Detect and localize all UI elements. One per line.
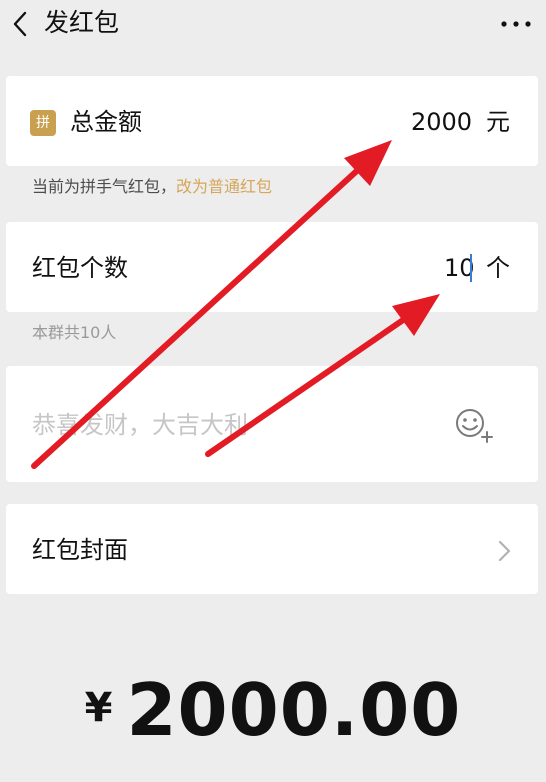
page-title: 发红包 — [44, 8, 120, 37]
lucky-packet-badge: 拼 — [30, 110, 56, 136]
more-button[interactable] — [498, 10, 534, 38]
emoji-add-icon — [456, 409, 493, 443]
cover-label: 红包封面 — [32, 536, 128, 564]
amount-input[interactable]: 2000 — [411, 106, 472, 138]
back-button[interactable] — [6, 8, 34, 40]
count-label: 红包个数 — [32, 254, 128, 282]
top-bar: 发红包 — [0, 0, 546, 50]
total-amount: ¥2000.00 — [0, 668, 546, 752]
chevron-left-icon — [13, 11, 27, 37]
blessing-input[interactable]: 恭喜发财，大吉大利 — [32, 408, 248, 442]
more-dots-icon — [501, 21, 531, 27]
packet-type-hint: 当前为拼手气红包，改为普通红包 — [32, 176, 272, 198]
packet-type-text: 当前为拼手气红包， — [32, 177, 177, 196]
text-caret — [470, 254, 472, 282]
count-unit: 个 — [486, 254, 510, 282]
emoji-button[interactable] — [452, 405, 496, 445]
total-amount-value: 2000.00 — [126, 668, 462, 752]
switch-to-normal-packet-link[interactable]: 改为普通红包 — [176, 177, 272, 196]
amount-label: 总金额 — [70, 108, 142, 136]
amount-unit: 元 — [486, 108, 510, 136]
group-member-hint: 本群共10人 — [32, 323, 117, 342]
currency-symbol: ¥ — [84, 685, 113, 731]
chevron-right-icon — [498, 540, 511, 562]
cover-chevron — [494, 538, 514, 564]
